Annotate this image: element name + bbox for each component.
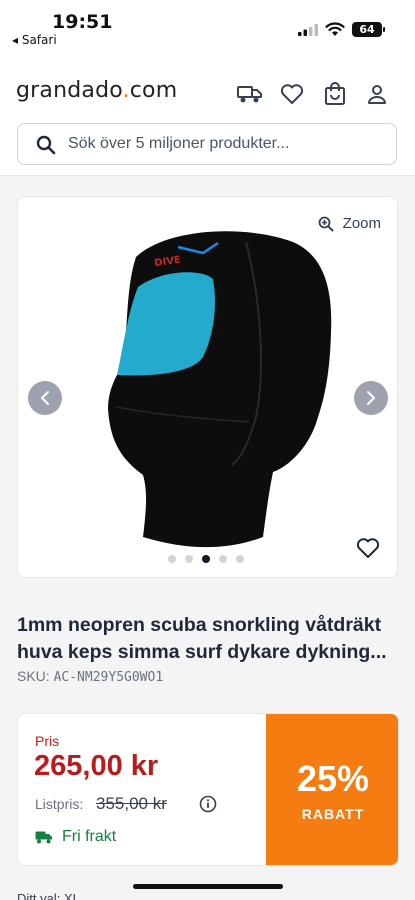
site-header: grandado.com	[0, 52, 415, 176]
gallery-prev-button[interactable]	[28, 381, 62, 415]
sku-label: SKU:	[17, 668, 50, 684]
search-icon	[36, 135, 56, 155]
sku-code: AC-NM29Y5G0WO1	[53, 670, 164, 685]
info-icon[interactable]	[199, 795, 217, 813]
gallery-dot[interactable]	[168, 555, 176, 563]
product-gallery[interactable]: Zoom DIVE	[17, 196, 398, 578]
search-bar[interactable]	[17, 123, 397, 165]
free-shipping-label: Fri frakt	[62, 828, 117, 845]
logo-dot: .	[122, 78, 130, 103]
price-value: 265,00 kr	[34, 750, 159, 782]
cellular-signal-icon	[298, 24, 318, 36]
list-price-value: 355,00 kr	[96, 794, 167, 813]
gallery-dot[interactable]	[219, 555, 227, 563]
price-card: Pris 265,00 kr Listpris: 355,00 kr Fri f…	[17, 713, 399, 866]
price-label: Pris	[35, 733, 60, 749]
product-image[interactable]: DIVE	[18, 197, 399, 579]
home-indicator[interactable]	[133, 884, 283, 889]
logo-text: grandado	[16, 78, 123, 103]
chevron-left-icon	[41, 391, 49, 405]
shopping-bag-icon[interactable]	[321, 80, 349, 108]
add-to-wishlist-button[interactable]	[356, 537, 380, 564]
free-shipping: Fri frakt	[35, 828, 116, 846]
discount-percent: 25%	[296, 758, 370, 799]
list-price-label: Listpris:	[35, 796, 84, 812]
user-icon[interactable]	[363, 80, 391, 108]
discount-label: RABATT	[301, 806, 365, 822]
heart-icon	[356, 538, 380, 558]
grandado-logo[interactable]: grandado.com	[16, 78, 177, 103]
gallery-pagination	[168, 555, 244, 563]
battery-tip	[383, 27, 385, 32]
gallery-dot[interactable]	[202, 555, 210, 563]
truck-icon	[35, 831, 52, 844]
truck-icon[interactable]	[236, 80, 264, 108]
search-input[interactable]	[68, 124, 388, 164]
chevron-right-icon	[367, 391, 375, 405]
wifi-icon	[325, 22, 345, 36]
gallery-next-button[interactable]	[354, 381, 388, 415]
back-to-safari[interactable]: ◂ Safari	[12, 33, 57, 47]
logo-tld: com	[129, 78, 178, 103]
battery-indicator: 64	[352, 22, 382, 37]
status-time: 19:51	[52, 11, 113, 33]
gallery-dot[interactable]	[185, 555, 193, 563]
discount-badge: 25% RABATT	[266, 714, 398, 865]
product-title: 1mm neopren scuba snorkling våtdräkt huv…	[17, 614, 387, 663]
product-sku: SKU: AC-NM29Y5G0WO1	[17, 668, 163, 685]
heart-icon[interactable]	[278, 80, 306, 108]
gallery-dot[interactable]	[236, 555, 244, 563]
status-bar: 19:51 ◂ Safari 64	[0, 0, 415, 52]
variant-selection-text: Ditt val: XL	[17, 891, 80, 900]
